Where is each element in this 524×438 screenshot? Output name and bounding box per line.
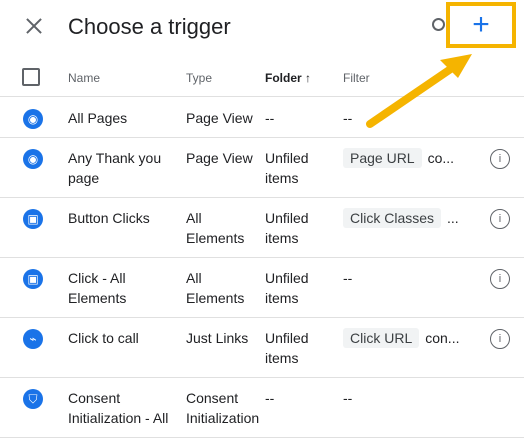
annotation-arrow <box>366 54 472 128</box>
